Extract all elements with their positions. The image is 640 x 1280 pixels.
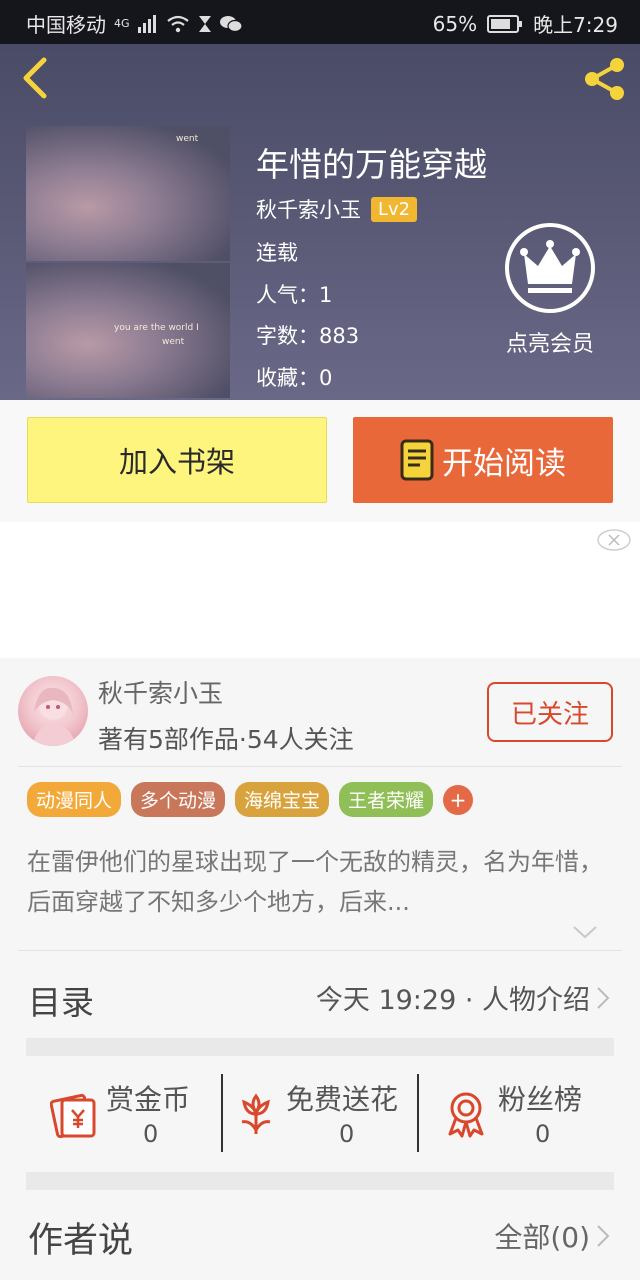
level-badge: Lv2: [371, 196, 418, 222]
divider: [18, 766, 622, 767]
follow-button[interactable]: 已关注: [487, 682, 613, 742]
close-icon[interactable]: [596, 528, 632, 552]
cover-text-bottom: went: [162, 337, 185, 347]
send-flower-button[interactable]: 免费送花 0: [222, 1056, 418, 1172]
tag-item[interactable]: 动漫同人: [27, 782, 122, 817]
reward-coin-icon: [50, 1093, 96, 1138]
reward-coin-button[interactable]: 赏金币 0: [26, 1056, 222, 1172]
book-cover[interactable]: went you are the world I went: [26, 126, 230, 398]
book-word-count: 字数：883: [256, 324, 360, 348]
author-card: 秋千索小玉 著有5部作品·54人关注 已关注: [0, 658, 640, 768]
share-icon: [585, 58, 624, 100]
medal-icon: [448, 1092, 484, 1138]
author-says-all: 全部(0): [494, 1216, 610, 1256]
chevron-down-icon[interactable]: [572, 924, 598, 940]
cover-text-middle: you are the world I: [114, 323, 199, 333]
signal-icon: [137, 14, 156, 33]
book-popularity: 人气：1: [256, 283, 333, 307]
clock: 晚上7:29: [533, 13, 618, 37]
author-says-all-label: 全部(0): [494, 1221, 590, 1254]
carrier-label: 中国移动: [26, 13, 106, 37]
book-title: 年惜的万能穿越: [256, 145, 487, 184]
author-says-row[interactable]: 作者说 全部(0): [0, 1190, 640, 1280]
send-flower-label: 免费送花: [286, 1083, 399, 1116]
section-separator: [26, 1172, 614, 1190]
network-type: 4G: [114, 17, 130, 30]
fan-ranking-label: 粉丝榜: [498, 1083, 583, 1116]
author-card-name[interactable]: 秋千索小玉: [98, 674, 223, 710]
tag-list: 动漫同人 多个动漫 海绵宝宝 王者荣耀 +: [27, 782, 474, 817]
status-right: 65% 晚上7:29: [433, 9, 618, 38]
toc-latest-chapter: 今天 19:29 · 人物介绍: [315, 985, 590, 1016]
wechat-icon: [219, 15, 242, 32]
divider: [18, 950, 622, 951]
add-to-shelf-button[interactable]: 加入书架: [27, 417, 327, 503]
toc-title: 目录: [28, 983, 94, 1022]
toc-latest: 今天 19:29 · 人物介绍: [316, 978, 610, 1017]
avatar[interactable]: [18, 676, 88, 746]
vip-button[interactable]: 点亮会员: [500, 222, 600, 362]
cover-text-top: went: [176, 134, 199, 144]
ad-banner: [0, 522, 640, 658]
crown-icon: [505, 223, 595, 313]
author-name[interactable]: 秋千索小玉: [256, 194, 361, 224]
chevron-left-icon: [23, 57, 47, 99]
author-says-title: 作者说: [28, 1221, 134, 1261]
tag-item[interactable]: 王者荣耀: [339, 782, 434, 817]
tag-item[interactable]: 海绵宝宝: [235, 782, 330, 817]
chevron-right-icon: [597, 1225, 610, 1247]
book-favorites: 收藏：0: [256, 366, 333, 390]
author-card-stats: 著有5部作品·54人关注: [98, 725, 354, 754]
hourglass-icon: [198, 15, 211, 32]
battery-percent: 65%: [432, 11, 478, 36]
reward-coin-count: 0: [143, 1120, 159, 1148]
avatar-illustration-icon: [32, 687, 76, 746]
battery-icon: [487, 14, 523, 33]
status-bar: 中国移动 4G 65% 晚上7:29: [0, 0, 640, 44]
start-reading-label: 开始阅读: [442, 445, 566, 482]
author-line: 秋千索小玉 Lv2: [256, 194, 418, 224]
tag-item[interactable]: 多个动漫: [131, 782, 226, 817]
add-tag-button[interactable]: +: [443, 784, 474, 815]
fan-ranking-button[interactable]: 粉丝榜 0: [418, 1056, 614, 1172]
status-left: 中国移动 4G: [26, 9, 242, 38]
start-reading-button[interactable]: 开始阅读: [353, 417, 613, 503]
table-of-contents-row[interactable]: 目录 今天 19:29 · 人物介绍: [0, 960, 640, 1038]
reward-coin-label: 赏金币: [106, 1083, 191, 1116]
section-separator: [26, 1038, 614, 1056]
action-bar: 加入书架 开始阅读: [0, 400, 640, 522]
vip-label: 点亮会员: [505, 332, 594, 357]
book-status: 连载: [256, 241, 298, 265]
send-flower-count: 0: [339, 1120, 355, 1148]
back-button[interactable]: [20, 56, 50, 100]
wifi-icon: [166, 15, 189, 32]
fan-ranking-count: 0: [535, 1120, 551, 1148]
flower-icon: [241, 1093, 271, 1134]
book-icon: [400, 439, 434, 481]
share-button[interactable]: [580, 54, 630, 104]
book-description[interactable]: 在雷伊他们的星球出现了一个无敌的精灵，名为年惜，后面穿越了不知多少个地方，后来.…: [27, 842, 617, 922]
reward-bar: 赏金币 0 免费送花 0 粉丝榜 0: [0, 1056, 640, 1172]
chevron-right-icon: [597, 986, 610, 1009]
cover-top-image: [26, 126, 230, 261]
